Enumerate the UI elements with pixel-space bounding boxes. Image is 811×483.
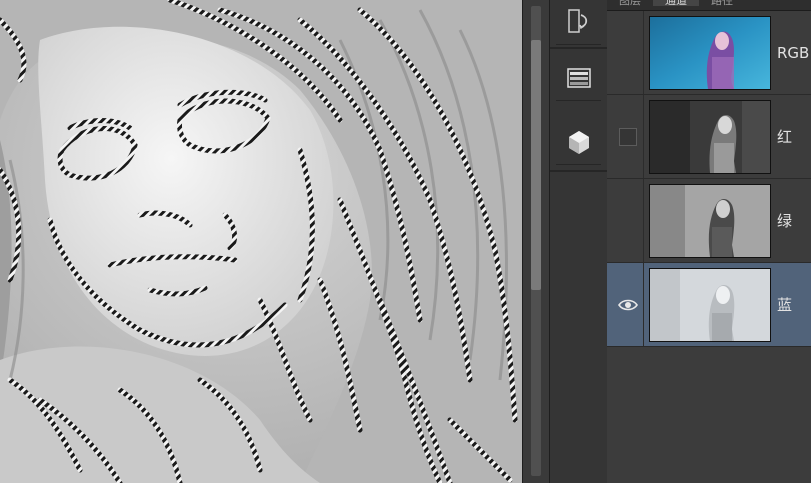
scrollbar-thumb[interactable] [531,40,541,290]
channel-thumbnail [649,268,771,342]
visibility-checkbox[interactable] [619,127,637,146]
channels-icon [566,68,591,88]
green-thumbnail-image [650,185,770,257]
channel-thumbnail [649,100,771,174]
channel-name: 绿 [777,212,793,230]
red-thumbnail-image [650,101,770,173]
channel-thumbnail [649,184,771,258]
visibility-toggle[interactable] [613,179,644,262]
document-canvas[interactable] [0,0,522,483]
rgb-thumbnail-image [650,17,770,89]
tab-channels[interactable]: 通道 [653,0,699,6]
channel-name: 蓝 [777,296,793,314]
dock-divider [550,47,607,49]
channels-button[interactable] [556,56,601,101]
channel-row-red[interactable]: 红 [607,95,811,179]
history-button[interactable] [556,0,601,45]
channel-row-green[interactable]: 绿 [607,179,811,263]
panel-dock [549,0,608,483]
eye-icon[interactable] [618,298,638,312]
tab-layers[interactable]: 图层 [607,0,653,6]
channel-row-blue[interactable]: 蓝 [607,263,811,347]
portrait-image [0,0,522,483]
visibility-toggle[interactable] [613,95,644,178]
3d-button[interactable] [556,120,601,165]
tab-paths[interactable]: 路径 [699,0,745,6]
visibility-toggle[interactable] [613,11,644,94]
3d-cube-icon [568,131,589,154]
channel-thumbnail [649,16,771,90]
channels-panel: 图层 通道 路径 RGB 红 绿 蓝 [607,0,811,483]
channel-row-rgb[interactable]: RGB [607,11,811,95]
history-icon [567,9,587,33]
canvas-vertical-scrollbar[interactable] [522,0,549,483]
visibility-toggle[interactable] [613,263,644,346]
blue-thumbnail-image [650,269,770,341]
channel-name: 红 [777,128,793,146]
channel-name: RGB [777,43,810,62]
dock-divider [550,170,607,172]
panel-tabs: 图层 通道 路径 [607,0,811,11]
